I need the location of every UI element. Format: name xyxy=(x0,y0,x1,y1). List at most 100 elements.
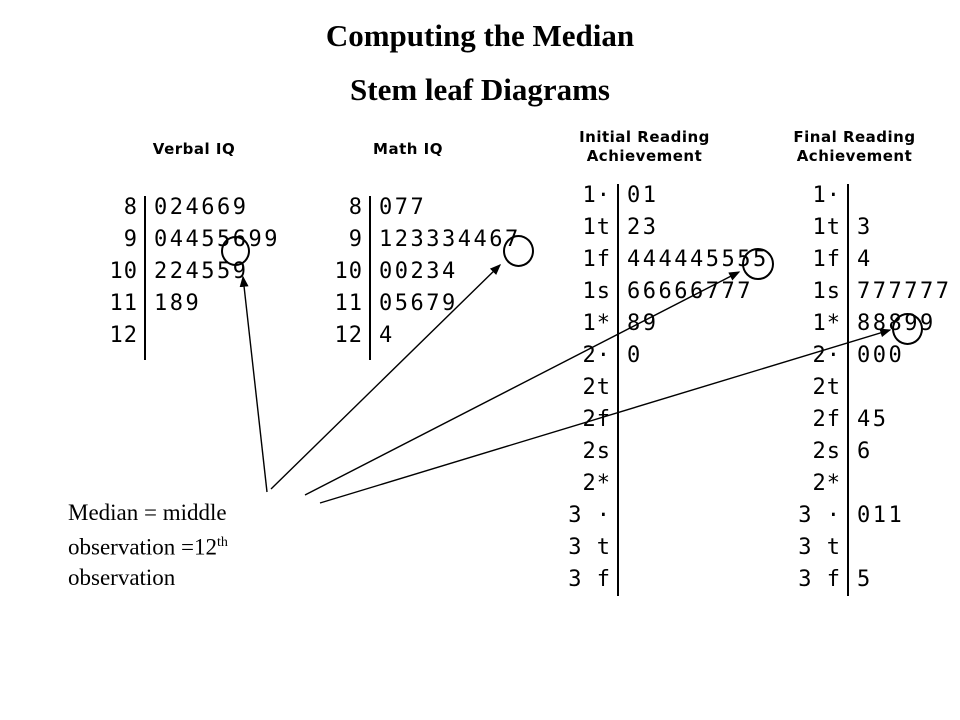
stem-leaf-rows: 8 077 9 123334467 10 00234 11 05679 12 4 xyxy=(325,192,521,352)
leaf-values: 011 xyxy=(857,503,905,528)
stem-leaf-rows: 8 024669 9 04455699 10 224559 11 189 12 xyxy=(100,192,280,352)
stem-value: 1* xyxy=(812,311,841,336)
stem-value: 10 xyxy=(109,259,138,284)
leaf-values: 189 xyxy=(154,291,202,316)
plot-title-line: Final Reading xyxy=(793,128,916,146)
stem-leaf-row: 12 4 xyxy=(325,320,521,352)
stem-leaf-row: 2* xyxy=(795,468,951,500)
leaf-values: 23 xyxy=(627,215,659,240)
stem-value: 3 t xyxy=(568,535,611,560)
stem-value: 2t xyxy=(812,375,841,400)
plot-title-line: Achievement xyxy=(796,147,913,165)
stem-leaf-row: 1· xyxy=(795,180,951,212)
stem-leaf-row: 2t xyxy=(565,372,769,404)
stem-leaf-plot-initial-reading: Initial Reading Achievement 1· 01 1t 23 … xyxy=(565,128,775,598)
leaf-values: 45 xyxy=(857,407,889,432)
stem-leaf-row: 1t 3 xyxy=(795,212,951,244)
leaf-values: 077 xyxy=(379,195,427,220)
stem-value: 9 xyxy=(348,227,363,252)
stem-leaf-row: 11 05679 xyxy=(325,288,521,320)
stem-leaf-row: 8 077 xyxy=(325,192,521,224)
stem-value: 11 xyxy=(109,291,138,316)
stem-value: 1t xyxy=(812,215,841,240)
stem-leaf-row: 9 04455699 xyxy=(100,224,280,256)
leaf-values: 224559 xyxy=(154,259,249,284)
stem-value: 2f xyxy=(582,407,611,432)
stem-value: 3 f xyxy=(798,567,841,592)
leaf-values: 5 xyxy=(857,567,873,592)
stem-value: 1s xyxy=(812,279,841,304)
stem-value: 9 xyxy=(123,227,138,252)
stem-value: 3 f xyxy=(568,567,611,592)
stem-value: 3 · xyxy=(798,503,841,528)
stem-leaf-row: 2t xyxy=(795,372,951,404)
stem-value: 10 xyxy=(334,259,363,284)
leaf-values: 04455699 xyxy=(154,227,280,252)
leaf-values: 89 xyxy=(627,311,659,336)
stem-leaf-row: 3 t xyxy=(565,532,769,564)
stem-value: 2* xyxy=(582,471,611,496)
stem-leaf-row: 1s 777777 xyxy=(795,276,951,308)
stem-value: 8 xyxy=(123,195,138,220)
stem-value: 2* xyxy=(812,471,841,496)
stem-value: 1t xyxy=(582,215,611,240)
stem-value: 12 xyxy=(334,323,363,348)
plot-title-initial-reading: Initial Reading Achievement xyxy=(537,128,752,166)
leaf-values: 444445555 xyxy=(627,247,769,272)
leaf-values: 00234 xyxy=(379,259,458,284)
stem-value: 11 xyxy=(334,291,363,316)
stem-leaf-row: 1s 66666777 xyxy=(565,276,769,308)
stem-leaf-row: 2f xyxy=(565,404,769,436)
stem-value: 1· xyxy=(812,183,841,208)
leaf-values: 4 xyxy=(379,323,395,348)
slide-canvas: Computing the Median Stem leaf Diagrams … xyxy=(0,0,960,720)
stem-leaf-row: 1* 89 xyxy=(565,308,769,340)
stem-leaf-row: 1f 444445555 xyxy=(565,244,769,276)
plot-title-line: Math IQ xyxy=(373,140,443,158)
stem-leaf-row: 3 f 5 xyxy=(795,564,951,596)
stem-value: 1* xyxy=(582,311,611,336)
caption-line-2: observation =12th xyxy=(68,528,318,563)
leaf-values: 4 xyxy=(857,247,873,272)
stem-leaf-row: 2f 45 xyxy=(795,404,951,436)
stem-leaf-row: 1· 01 xyxy=(565,180,769,212)
stem-value: 1s xyxy=(582,279,611,304)
stem-value: 2s xyxy=(812,439,841,464)
stem-leaf-row: 8 024669 xyxy=(100,192,280,224)
plot-title-line: Verbal IQ xyxy=(152,140,236,158)
plot-title-verbal-iq: Verbal IQ xyxy=(114,140,274,159)
stem-value: 3 t xyxy=(798,535,841,560)
stem-leaf-rows: 1· 01 1t 23 1f 444445555 1s 66666777 1* … xyxy=(565,180,769,596)
stem-value: 1f xyxy=(582,247,611,272)
leaf-values: 88899 xyxy=(857,311,936,336)
stem-leaf-row: 1f 4 xyxy=(795,244,951,276)
leaf-values: 000 xyxy=(857,343,905,368)
stem-leaf-plot-final-reading: Final Reading Achievement 1· 1t 3 1f 4 1… xyxy=(793,128,960,598)
stem-value: 2· xyxy=(582,343,611,368)
slide-title-primary: Computing the Median xyxy=(325,18,635,53)
plot-title-math-iq: Math IQ xyxy=(333,140,483,159)
leaf-values: 024669 xyxy=(154,195,249,220)
stem-value: 1· xyxy=(582,183,611,208)
stem-leaf-row: 1t 23 xyxy=(565,212,769,244)
stem-leaf-plot-math-iq: Math IQ 8 077 9 123334467 10 00234 11 05… xyxy=(325,140,545,370)
caption-ordinal-suffix: th xyxy=(217,535,228,550)
stem-leaf-row: 9 123334467 xyxy=(325,224,521,256)
plot-title-line: Achievement xyxy=(586,147,703,165)
stem-leaf-row: 3 · xyxy=(565,500,769,532)
stem-value: 2f xyxy=(812,407,841,432)
stem-value: 12 xyxy=(109,323,138,348)
leaf-values: 6 xyxy=(857,439,873,464)
leaf-values: 123334467 xyxy=(379,227,521,252)
stem-leaf-plot-verbal-iq: Verbal IQ 8 024669 9 04455699 10 224559 … xyxy=(100,140,310,370)
plot-title-line: Initial Reading xyxy=(579,128,710,146)
stem-leaf-rows: 1· 1t 3 1f 4 1s 777777 1* 88899 2· 000 2… xyxy=(795,180,951,596)
stem-leaf-row: 2· 000 xyxy=(795,340,951,372)
plot-title-final-reading: Final Reading Achievement xyxy=(747,128,960,166)
caption-line-1: Median = middle xyxy=(68,500,227,525)
stem-leaf-row: 2* xyxy=(565,468,769,500)
leaf-values: 3 xyxy=(857,215,873,240)
stem-value: 2t xyxy=(582,375,611,400)
stem-leaf-row: 11 189 xyxy=(100,288,280,320)
leaf-values: 66666777 xyxy=(627,279,753,304)
